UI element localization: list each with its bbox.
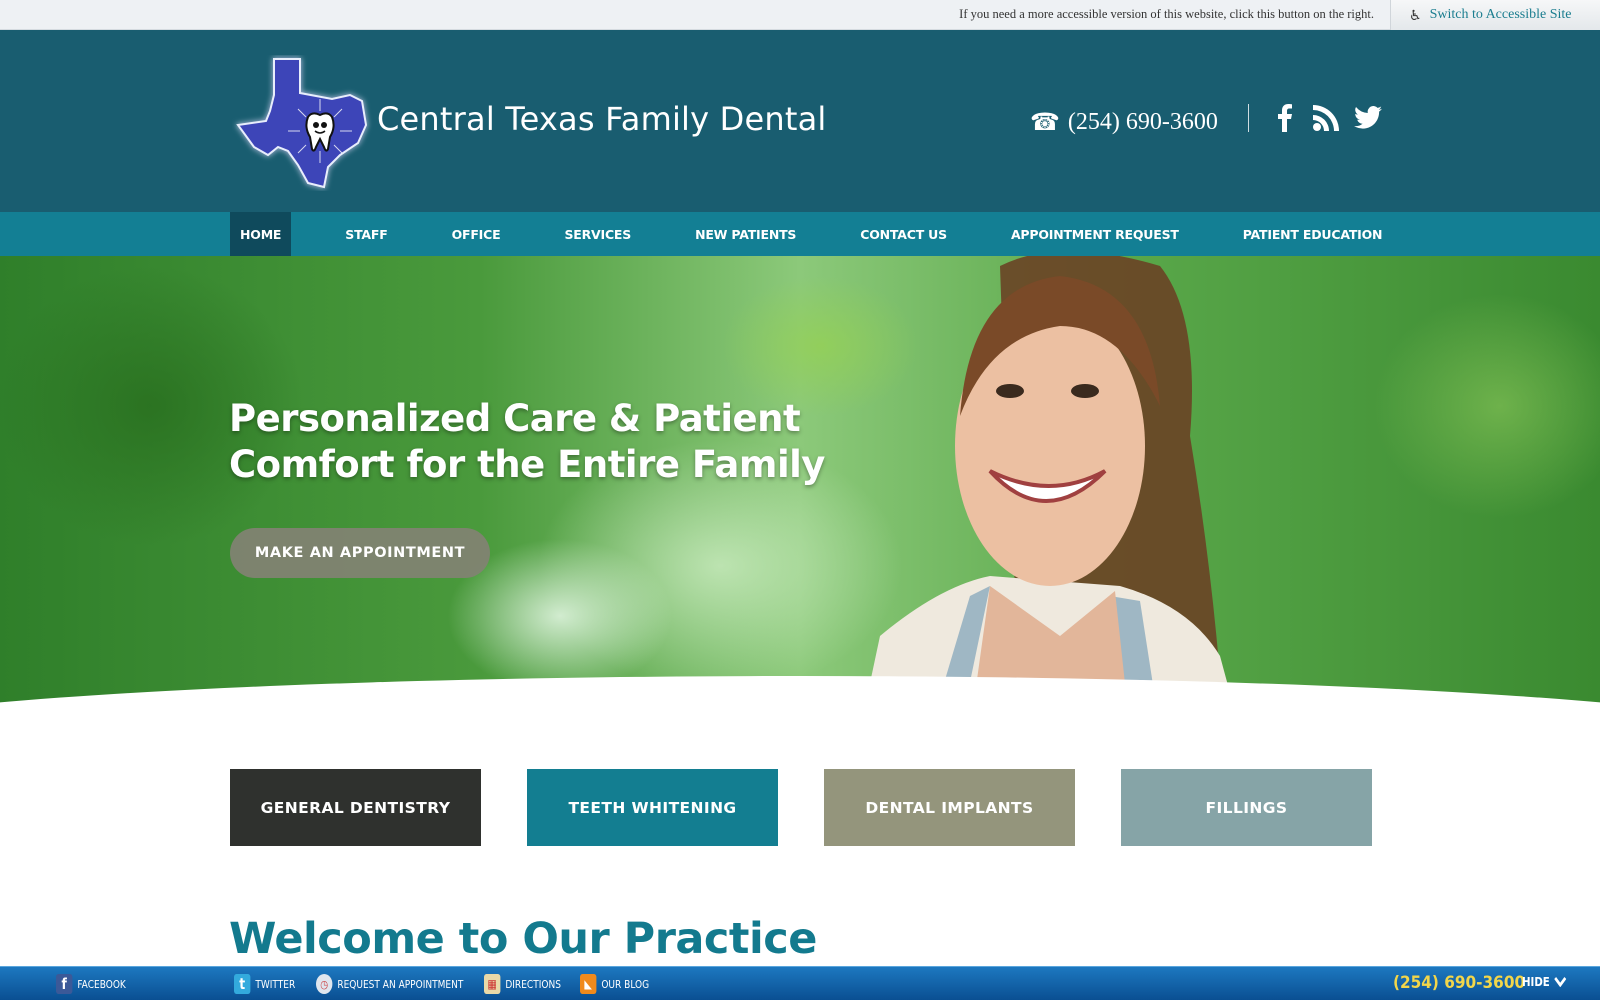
hero-headline-line-1: Personalized Care & Patient bbox=[229, 397, 801, 440]
switch-accessible-site-button[interactable]: ♿︎ Switch to Accessible Site bbox=[1390, 0, 1600, 30]
hide-label: HIDE bbox=[1522, 975, 1550, 989]
twitter-icon[interactable] bbox=[1354, 104, 1382, 132]
smiling-woman-image bbox=[860, 256, 1240, 730]
site-header: Central Texas Family Dental ☎ (254) 690-… bbox=[0, 30, 1600, 212]
bottom-twitter-link[interactable]: t TWITTER bbox=[234, 974, 295, 994]
header-phone-number: (254) 690-3600 bbox=[1067, 109, 1218, 135]
bottom-phone-number[interactable]: (254) 690-3600 bbox=[1393, 973, 1525, 993]
rss-icon: ◣ bbox=[580, 974, 597, 994]
bottom-directions-link[interactable]: ▦ DIRECTIONS bbox=[484, 974, 561, 994]
bottom-request-appointment-label: REQUEST AN APPOINTMENT bbox=[337, 977, 464, 991]
header-phone[interactable]: ☎ (254) 690-3600 bbox=[1030, 108, 1218, 137]
make-appointment-button[interactable]: MAKE AN APPOINTMENT bbox=[230, 528, 490, 578]
rss-icon[interactable] bbox=[1312, 104, 1340, 132]
brand-name[interactable]: Central Texas Family Dental bbox=[377, 100, 827, 138]
hide-toolbar-button[interactable]: HIDE bbox=[1522, 975, 1566, 989]
hero-background-image bbox=[0, 256, 1600, 730]
nav-office[interactable]: OFFICE bbox=[442, 212, 511, 256]
social-links bbox=[1270, 104, 1382, 132]
nav-patient-education[interactable]: PATIENT EDUCATION bbox=[1233, 212, 1393, 256]
nav-staff[interactable]: STAFF bbox=[335, 212, 397, 256]
nav-home[interactable]: HOME bbox=[230, 212, 292, 256]
clock-icon: ◷ bbox=[316, 974, 333, 994]
hero-banner: Personalized Care & Patient Comfort for … bbox=[0, 256, 1600, 730]
bottom-facebook-link[interactable]: f FACEBOOK bbox=[56, 974, 126, 994]
welcome-heading: Welcome to Our Practice bbox=[229, 914, 817, 964]
hero-headline: Personalized Care & Patient Comfort for … bbox=[229, 396, 825, 488]
facebook-icon: f bbox=[56, 974, 73, 994]
bottom-toolbar: f FACEBOOK t TWITTER ◷ REQUEST AN APPOIN… bbox=[0, 966, 1600, 1000]
nav-appointment-request[interactable]: APPOINTMENT REQUEST bbox=[1001, 212, 1189, 256]
switch-accessible-site-label: Switch to Accessible Site bbox=[1429, 7, 1572, 22]
chevron-down-icon bbox=[1554, 977, 1566, 987]
bottom-directions-label: DIRECTIONS bbox=[505, 977, 561, 991]
main-nav: HOME STAFF OFFICE SERVICES NEW PATIENTS … bbox=[0, 212, 1600, 256]
accessibility-bar: If you need a more accessible version of… bbox=[0, 0, 1600, 30]
accessibility-message: If you need a more accessible version of… bbox=[959, 7, 1374, 21]
bottom-our-blog-label: OUR BLOG bbox=[601, 977, 650, 991]
hero-headline-line-2: Comfort for the Entire Family bbox=[229, 443, 825, 486]
texas-tooth-logo-icon[interactable] bbox=[232, 55, 376, 191]
service-tile-teeth-whitening[interactable]: TEETH WHITENING bbox=[527, 769, 778, 846]
facebook-icon[interactable] bbox=[1270, 104, 1298, 132]
bottom-our-blog-link[interactable]: ◣ OUR BLOG bbox=[580, 974, 649, 994]
nav-contact-us[interactable]: CONTACT US bbox=[850, 212, 957, 256]
service-tile-general-dentistry[interactable]: GENERAL DENTISTRY bbox=[230, 769, 481, 846]
header-divider bbox=[1248, 104, 1249, 132]
nav-services[interactable]: SERVICES bbox=[554, 212, 641, 256]
telephone-icon: ☎ bbox=[1030, 110, 1060, 136]
map-icon: ▦ bbox=[484, 974, 501, 994]
nav-new-patients[interactable]: NEW PATIENTS bbox=[685, 212, 806, 256]
bottom-facebook-label: FACEBOOK bbox=[77, 977, 126, 991]
twitter-icon: t bbox=[234, 974, 251, 994]
bottom-twitter-label: TWITTER bbox=[255, 977, 296, 991]
wheelchair-icon: ♿︎ bbox=[1409, 6, 1422, 23]
service-tiles: GENERAL DENTISTRY TEETH WHITENING DENTAL… bbox=[230, 769, 1372, 846]
bottom-request-appointment-link[interactable]: ◷ REQUEST AN APPOINTMENT bbox=[316, 974, 463, 994]
service-tile-fillings[interactable]: FILLINGS bbox=[1121, 769, 1372, 846]
service-tile-dental-implants[interactable]: DENTAL IMPLANTS bbox=[824, 769, 1075, 846]
